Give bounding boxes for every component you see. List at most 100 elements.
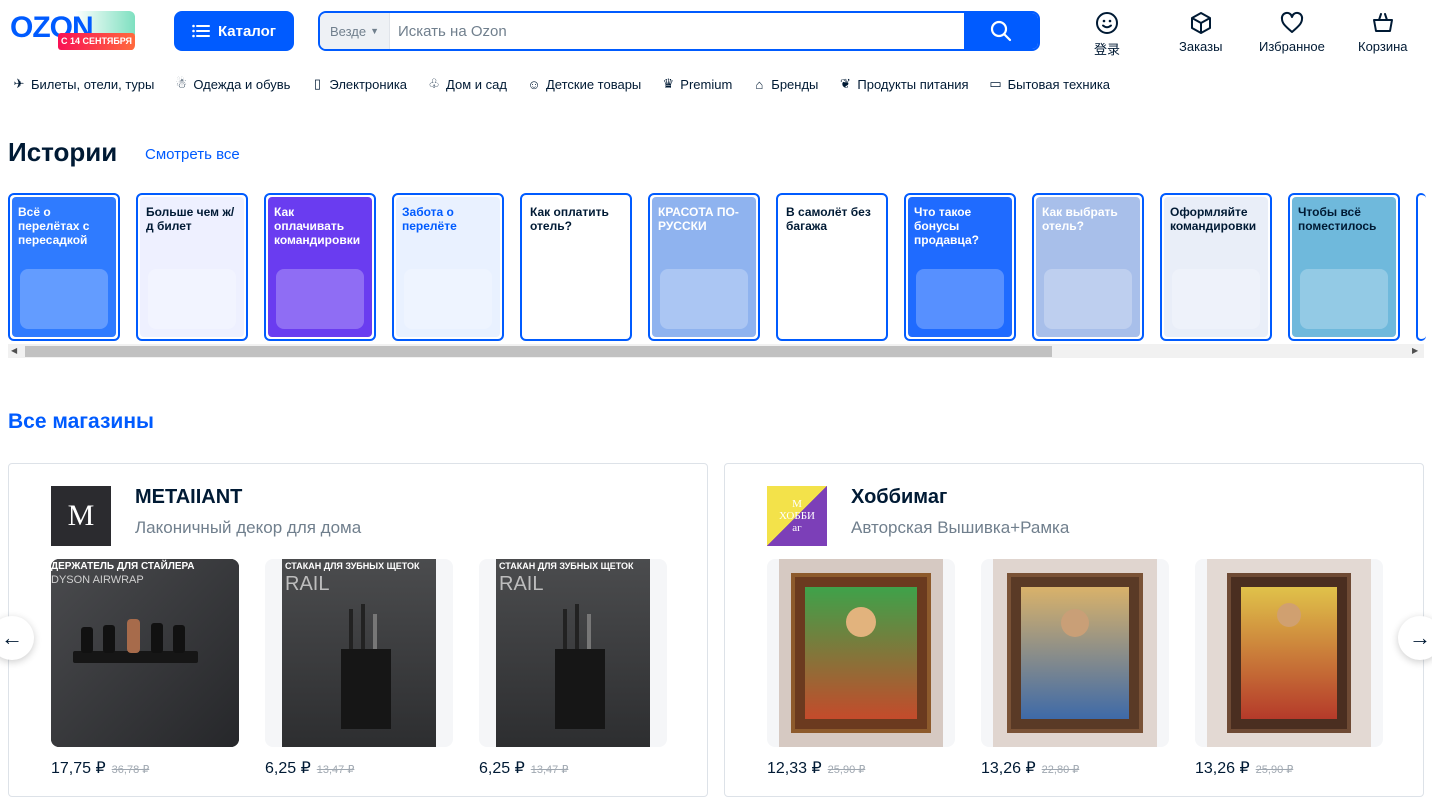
story-cover: Больше чем ж/д билет — [140, 197, 244, 337]
story-card[interactable]: КРАСОТА ПО-РУССКИ — [648, 193, 760, 341]
search-input[interactable] — [390, 13, 964, 49]
story-cover: Как выбрать отель? — [1036, 197, 1140, 337]
story-title: КРАСОТА ПО-РУССКИ — [658, 205, 739, 233]
product-image[interactable]: СТАКАН ДЛЯ ЗУБНЫХ ЩЕТОК RAIL — [265, 559, 453, 747]
store-icon: ⌂ — [755, 76, 764, 92]
nav-item-home[interactable]: ♧ Дом и сад — [427, 76, 507, 92]
nav-item-clothes[interactable]: ☃ Одежда и обувь — [174, 76, 291, 92]
nav-item-appliances[interactable]: ▭ Бытовая техника — [989, 76, 1110, 92]
appliance-icon: ▭ — [989, 76, 1002, 91]
nav-item-label: Билеты, отели, туры — [31, 76, 155, 92]
search-scope-label: Везде — [329, 23, 367, 39]
arrow-right-icon: → — [1409, 625, 1431, 650]
product-price: 6,25 ₽ 13,47 ₽ — [479, 758, 568, 778]
story-card[interactable]: Как оплатить отель? — [520, 193, 632, 341]
product-subcaption: RAIL — [285, 573, 330, 595]
scroll-left-icon[interactable]: ◀ — [11, 346, 17, 355]
menu-icon — [192, 24, 210, 38]
story-title: Забота о перелёте — [402, 205, 457, 233]
shop-logo-letter: M — [67, 499, 95, 532]
stories-see-all-link[interactable]: Смотреть все — [145, 146, 240, 163]
story-card[interactable]: Что такое бонусы продавца? — [904, 193, 1016, 341]
story-card[interactable]: Забота о перелёте — [392, 193, 504, 341]
nav-item-label: Дом и сад — [446, 76, 507, 92]
shop-name[interactable]: Хоббимаг — [851, 486, 947, 509]
orders-button[interactable]: Заказы — [1179, 11, 1222, 54]
price-current: 12,33 ₽ — [767, 760, 822, 777]
plant-icon: ♧ — [428, 76, 440, 91]
story-card[interactable]: Больше чем ж/д билет — [136, 193, 248, 341]
story-title: Больше чем ж/д билет — [146, 205, 235, 233]
product-image[interactable] — [981, 559, 1169, 747]
nav-item-brands[interactable]: ⌂ Бренды — [752, 77, 818, 92]
shop-logo[interactable]: M — [51, 486, 111, 546]
story-cover: Оформляйте командировки — [1164, 197, 1268, 337]
product-image[interactable]: СТАКАН ДЛЯ ЗУБНЫХ ЩЕТОК RAIL — [479, 559, 667, 747]
shop-name[interactable]: METAIIANT — [135, 486, 242, 509]
product-image[interactable] — [767, 559, 955, 747]
story-card[interactable]: Как выбрать отель? — [1032, 193, 1144, 341]
story-title: Всё о перелётах с пересадкой — [18, 205, 90, 247]
product-caption: ДЕРЖАТЕЛЬ ДЛЯ СТАЙЛЕРА — [51, 561, 195, 572]
shop-description: Лаконичный декор для дома — [135, 518, 362, 537]
story-card[interactable]: Оформляйте командировки — [1160, 193, 1272, 341]
nav-item-tickets[interactable]: ✈ Билеты, отели, туры — [12, 76, 155, 92]
product-price: 13,26 ₽ 25,90 ₽ — [1195, 758, 1293, 778]
basket-icon — [1372, 13, 1393, 32]
cart-label: Корзина — [1358, 39, 1408, 54]
story-illustration — [532, 269, 620, 329]
search-scope-select[interactable]: Везде ▼ — [320, 13, 390, 49]
cart-button[interactable]: Корзина — [1358, 11, 1408, 54]
story-illustration — [276, 269, 364, 329]
favorites-button[interactable]: Избранное — [1259, 11, 1325, 54]
plane-icon: ✈ — [13, 76, 25, 91]
story-card[interactable]: Всё о перелётах с пересадкой — [8, 193, 120, 341]
price-old: 36,78 ₽ — [111, 764, 150, 776]
shop-logo[interactable]: М ХОББИ аг — [767, 486, 827, 546]
nav-item-food[interactable]: ❦ Продукты питания — [838, 76, 969, 92]
product-image[interactable]: ДЕРЖАТЕЛЬ ДЛЯ СТАЙЛЕРА DYSON AIRWRAP — [51, 559, 239, 747]
ozon-logo[interactable]: OZON С 14 СЕНТЯБРЯ — [8, 11, 135, 51]
product-image[interactable] — [1195, 559, 1383, 747]
shop-logo-letter: М ХОББИ аг — [779, 498, 815, 534]
product-subcaption: DYSON AIRWRAP — [51, 574, 144, 586]
food-icon: ❦ — [839, 76, 851, 91]
nav-item-kids[interactable]: ☺ Детские товары — [527, 77, 641, 92]
nav-item-label: Продукты питания — [857, 76, 969, 92]
orders-label: Заказы — [1179, 39, 1223, 54]
nav-item-premium[interactable]: ♛ Premium — [661, 76, 732, 92]
price-old: 13,47 ₽ — [316, 764, 355, 776]
scroll-right-icon[interactable]: ▶ — [1412, 346, 1418, 355]
story-illustration — [404, 269, 492, 329]
stories-title: Истории — [8, 137, 118, 167]
heart-icon — [1280, 11, 1303, 33]
nav-item-electronics[interactable]: ▯ Электроника — [310, 76, 407, 92]
story-card[interactable]: Чтобы всё поместилось — [1288, 193, 1400, 341]
product-price: 13,26 ₽ 22,80 ₽ — [981, 758, 1079, 778]
story-cover: КРАСОТА ПО-РУССКИ — [652, 197, 756, 337]
product-price: 17,75 ₽ 36,78 ₽ — [51, 758, 149, 778]
login-button[interactable]: 登录 — [1094, 11, 1120, 58]
price-current: 6,25 ₽ — [265, 760, 311, 777]
story-title: Чтобы всё поместилось — [1298, 205, 1377, 233]
story-illustration — [1300, 269, 1388, 329]
story-illustration — [1172, 269, 1260, 329]
story-illustration — [148, 269, 236, 329]
story-card[interactable]: Как оплачивать командировки — [264, 193, 376, 341]
scrollbar-thumb[interactable] — [25, 346, 1052, 357]
search-button[interactable] — [964, 13, 1038, 49]
arrow-left-icon: ← — [1, 625, 23, 650]
phone-icon: ▯ — [313, 76, 321, 91]
price-old: 13,47 ₽ — [530, 764, 569, 776]
story-title: В самолёт без багажа — [786, 205, 871, 233]
story-illustration — [1044, 269, 1132, 329]
nav-item-label: Одежда и обувь — [193, 76, 291, 92]
story-cover: Как оплачивать командировки — [268, 197, 372, 337]
catalog-button[interactable]: Каталог — [174, 11, 294, 51]
catalog-label: Каталог — [217, 22, 277, 40]
story-card-partial[interactable] — [1416, 193, 1426, 341]
clothes-icon: ☃ — [175, 76, 188, 91]
price-old: 25,90 ₽ — [827, 764, 866, 776]
story-card[interactable]: В самолёт без багажа — [776, 193, 888, 341]
story-illustration — [916, 269, 1004, 329]
